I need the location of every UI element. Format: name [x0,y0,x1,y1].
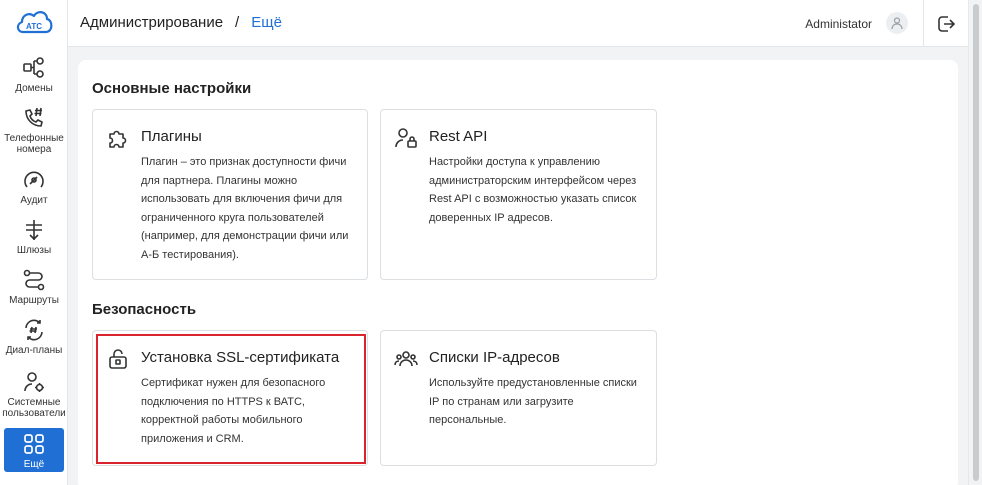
scrollbar-thumb[interactable] [973,4,979,481]
card-description: Плагин – это признак доступности фичи дл… [141,156,349,261]
card-title: Плагины [141,128,202,145]
header-divider [923,0,924,47]
sidebar-item-domains[interactable]: Домены [0,56,68,94]
sidebar-item-more[interactable]: Ещё [4,428,64,472]
card-ssl-certificate[interactable]: Установка SSL-сертификата Сертификат нуж… [92,330,368,466]
card-ip-lists[interactable]: Списки IP-адресов Используйте предустано… [380,330,657,466]
breadcrumb-current: Ещё [251,14,282,31]
app-root: АТС Домены Телефонные номера Аудит Шлюзы [0,0,982,485]
sidebar-item-audit[interactable]: Аудит [0,168,68,206]
card-description: Настройки доступа к управлению администр… [429,156,637,224]
sidebar-item-label: Системные пользователи [2,397,66,419]
sidebar-item-routes[interactable]: Маршруты [0,268,68,306]
user-lock-icon [395,128,417,148]
ats-logo[interactable]: АТС [14,6,54,40]
sidebar-item-phone-numbers[interactable]: Телефонные номера [0,106,68,155]
phone-hash-icon [25,107,43,127]
sidebar-item-system-users[interactable]: Системные пользователи [0,370,68,419]
card-title: Установка SSL-сертификата [141,349,340,366]
system-users-icon [24,372,44,392]
sidebar-item-label: Домены [15,83,53,94]
sidebar-item-label: Ещё [23,459,45,470]
card-description: Сертификат нужен для безопасного подключ… [141,377,326,445]
main-panel: Основные настройки Плагины Плагин – это … [78,60,958,485]
sidebar-item-label: Маршруты [9,295,59,306]
sidebar-item-label: Аудит [20,195,48,206]
user-icon [891,17,903,30]
breadcrumb: Администрирование / Ещё [80,14,282,32]
top-header: Администрирование / Ещё Administator [68,0,968,47]
card-title: Списки IP-адресов [429,349,560,366]
routes-icon [23,269,45,291]
dialplan-icon [25,319,43,341]
card-title: Rest API [429,128,488,145]
puzzle-icon [109,130,127,148]
lock-icon [109,349,127,369]
sidebar-item-dialplans[interactable]: Диал-планы [0,318,68,356]
users-group-icon [394,351,418,367]
card-description: Используйте предустановленные списки IP … [429,377,637,426]
breadcrumb-separator: / [235,14,240,31]
user-name[interactable]: Administator [805,17,872,31]
avatar[interactable] [886,12,908,34]
page-scrollbar[interactable] [968,0,982,485]
section-title-security: Безопасность [92,301,197,318]
sidebar-item-label: Шлюзы [16,245,52,256]
section-title-main-settings: Основные настройки [92,80,252,97]
audit-icon [24,171,44,188]
sidebar-item-label: Телефонные номера [4,133,64,155]
logo-text: АТС [26,22,42,31]
sidebar-item-label: Диал-планы [5,345,63,356]
card-plugins[interactable]: Плагины Плагин – это признак доступности… [92,109,368,280]
more-grid-icon [24,434,44,454]
sidebar-item-gateways[interactable]: Шлюзы [0,218,68,256]
card-rest-api[interactable]: Rest API Настройки доступа к управлению … [380,109,657,280]
domains-icon [23,57,44,78]
breadcrumb-root[interactable]: Администрирование [80,14,223,32]
sidebar: АТС Домены Телефонные номера Аудит Шлюзы [0,0,68,485]
gateway-icon [26,220,42,241]
logout-icon[interactable] [936,14,956,34]
